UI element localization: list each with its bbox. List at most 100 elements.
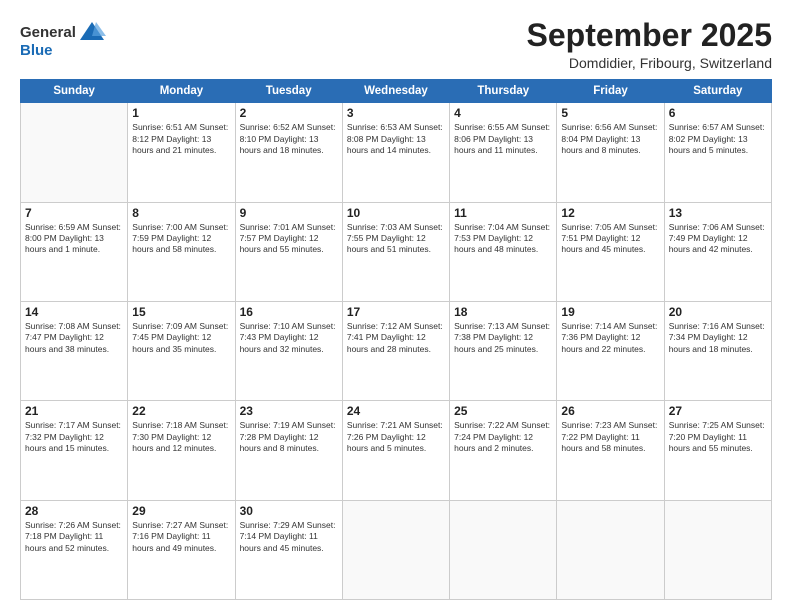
day-number: 29 (132, 504, 230, 518)
day-number: 13 (669, 206, 767, 220)
day-number: 8 (132, 206, 230, 220)
header-tuesday: Tuesday (235, 80, 342, 103)
table-row: 1Sunrise: 6:51 AM Sunset: 8:12 PM Daylig… (128, 103, 235, 202)
table-row: 6 Sunrise: 6:57 AM Sunset: 8:02 PM Daylig… (664, 103, 771, 202)
day-number: 4 (454, 106, 552, 120)
day-info: Sunrise: 7:05 AM Sunset: 7:51 PM Dayligh… (561, 222, 659, 256)
day-info: Sunrise: 6:55 AM Sunset: 8:06 PM Dayligh… (454, 122, 552, 156)
day-info: Sunrise: 7:10 AM Sunset: 7:43 PM Dayligh… (240, 321, 338, 355)
day-number: 22 (132, 404, 230, 418)
header-monday: Monday (128, 80, 235, 103)
table-row: 15 Sunrise: 7:09 AM Sunset: 7:45 PM Dayli… (128, 301, 235, 400)
day-info: Sunrise: 6:52 AM Sunset: 8:10 PM Dayligh… (240, 122, 338, 156)
calendar-week-1: 7 Sunrise: 6:59 AM Sunset: 8:00 PM Daylig… (21, 202, 772, 301)
day-number: 19 (561, 305, 659, 319)
table-row: 17 Sunrise: 7:12 AM Sunset: 7:41 PM Dayli… (342, 301, 449, 400)
day-number: 6 (669, 106, 767, 120)
day-info: Sunrise: 7:09 AM Sunset: 7:45 PM Dayligh… (132, 321, 230, 355)
month-title: September 2025 (527, 18, 772, 53)
calendar-week-4: 28Sunrise: 7:26 AM Sunset: 7:18 PM Dayli… (21, 500, 772, 599)
table-row: 3 Sunrise: 6:53 AM Sunset: 8:08 PM Daylig… (342, 103, 449, 202)
table-row: 5Sunrise: 6:56 AM Sunset: 8:04 PM Daylig… (557, 103, 664, 202)
day-number: 2 (240, 106, 338, 120)
table-row: 23Sunrise: 7:19 AM Sunset: 7:28 PM Dayli… (235, 401, 342, 500)
day-info: Sunrise: 7:12 AM Sunset: 7:41 PM Dayligh… (347, 321, 445, 355)
day-number: 15 (132, 305, 230, 319)
day-number: 28 (25, 504, 123, 518)
day-number: 7 (25, 206, 123, 220)
day-info: Sunrise: 6:57 AM Sunset: 8:02 PM Dayligh… (669, 122, 767, 156)
table-row: 12 Sunrise: 7:05 AM Sunset: 7:51 PM Dayli… (557, 202, 664, 301)
day-info: Sunrise: 7:27 AM Sunset: 7:16 PM Dayligh… (132, 520, 230, 554)
day-info: Sunrise: 7:08 AM Sunset: 7:47 PM Dayligh… (25, 321, 123, 355)
logo: General Blue (20, 18, 106, 59)
header-wednesday: Wednesday (342, 80, 449, 103)
day-info: Sunrise: 7:21 AM Sunset: 7:26 PM Dayligh… (347, 420, 445, 454)
logo-icon (78, 18, 106, 46)
day-number: 21 (25, 404, 123, 418)
day-info: Sunrise: 7:14 AM Sunset: 7:36 PM Dayligh… (561, 321, 659, 355)
header: General Blue September 2025 Domdidier, F… (20, 18, 772, 71)
logo-blue: Blue (20, 42, 53, 59)
table-row (664, 500, 771, 599)
table-row: 9 Sunrise: 7:01 AM Sunset: 7:57 PM Daylig… (235, 202, 342, 301)
header-saturday: Saturday (664, 80, 771, 103)
day-info: Sunrise: 7:25 AM Sunset: 7:20 PM Dayligh… (669, 420, 767, 454)
table-row: 8 Sunrise: 7:00 AM Sunset: 7:59 PM Daylig… (128, 202, 235, 301)
calendar-table: Sunday Monday Tuesday Wednesday Thursday… (20, 79, 772, 600)
day-number: 24 (347, 404, 445, 418)
day-number: 17 (347, 305, 445, 319)
day-info: Sunrise: 7:01 AM Sunset: 7:57 PM Dayligh… (240, 222, 338, 256)
day-info: Sunrise: 7:16 AM Sunset: 7:34 PM Dayligh… (669, 321, 767, 355)
calendar-week-0: 1Sunrise: 6:51 AM Sunset: 8:12 PM Daylig… (21, 103, 772, 202)
table-row: 22 Sunrise: 7:18 AM Sunset: 7:30 PM Dayli… (128, 401, 235, 500)
day-info: Sunrise: 7:23 AM Sunset: 7:22 PM Dayligh… (561, 420, 659, 454)
day-info: Sunrise: 6:59 AM Sunset: 8:00 PM Dayligh… (25, 222, 123, 256)
day-number: 26 (561, 404, 659, 418)
day-number: 10 (347, 206, 445, 220)
table-row: 4 Sunrise: 6:55 AM Sunset: 8:06 PM Daylig… (450, 103, 557, 202)
title-block: September 2025 Domdidier, Fribourg, Swit… (527, 18, 772, 71)
day-info: Sunrise: 6:51 AM Sunset: 8:12 PM Dayligh… (132, 122, 230, 156)
table-row: 27 Sunrise: 7:25 AM Sunset: 7:20 PM Dayli… (664, 401, 771, 500)
calendar-header-row: Sunday Monday Tuesday Wednesday Thursday… (21, 80, 772, 103)
day-info: Sunrise: 7:19 AM Sunset: 7:28 PM Dayligh… (240, 420, 338, 454)
day-number: 20 (669, 305, 767, 319)
day-info: Sunrise: 6:56 AM Sunset: 8:04 PM Dayligh… (561, 122, 659, 156)
day-number: 11 (454, 206, 552, 220)
day-number: 30 (240, 504, 338, 518)
day-info: Sunrise: 7:06 AM Sunset: 7:49 PM Dayligh… (669, 222, 767, 256)
table-row (21, 103, 128, 202)
day-number: 3 (347, 106, 445, 120)
day-info: Sunrise: 7:04 AM Sunset: 7:53 PM Dayligh… (454, 222, 552, 256)
day-info: Sunrise: 7:22 AM Sunset: 7:24 PM Dayligh… (454, 420, 552, 454)
day-info: Sunrise: 7:17 AM Sunset: 7:32 PM Dayligh… (25, 420, 123, 454)
day-number: 9 (240, 206, 338, 220)
table-row (450, 500, 557, 599)
day-number: 16 (240, 305, 338, 319)
day-number: 18 (454, 305, 552, 319)
header-thursday: Thursday (450, 80, 557, 103)
logo-general: General (20, 24, 76, 41)
day-number: 27 (669, 404, 767, 418)
day-number: 12 (561, 206, 659, 220)
day-info: Sunrise: 7:00 AM Sunset: 7:59 PM Dayligh… (132, 222, 230, 256)
header-friday: Friday (557, 80, 664, 103)
table-row: 16 Sunrise: 7:10 AM Sunset: 7:43 PM Dayli… (235, 301, 342, 400)
day-info: Sunrise: 7:18 AM Sunset: 7:30 PM Dayligh… (132, 420, 230, 454)
table-row: 28Sunrise: 7:26 AM Sunset: 7:18 PM Dayli… (21, 500, 128, 599)
day-info: Sunrise: 7:13 AM Sunset: 7:38 PM Dayligh… (454, 321, 552, 355)
day-info: Sunrise: 7:03 AM Sunset: 7:55 PM Dayligh… (347, 222, 445, 256)
table-row: 21 Sunrise: 7:17 AM Sunset: 7:32 PM Dayli… (21, 401, 128, 500)
day-number: 14 (25, 305, 123, 319)
header-sunday: Sunday (21, 80, 128, 103)
location: Domdidier, Fribourg, Switzerland (527, 55, 772, 71)
table-row: 7 Sunrise: 6:59 AM Sunset: 8:00 PM Daylig… (21, 202, 128, 301)
table-row: 29 Sunrise: 7:27 AM Sunset: 7:16 PM Dayli… (128, 500, 235, 599)
day-info: Sunrise: 6:53 AM Sunset: 8:08 PM Dayligh… (347, 122, 445, 156)
calendar-week-3: 21 Sunrise: 7:17 AM Sunset: 7:32 PM Dayli… (21, 401, 772, 500)
table-row: 18 Sunrise: 7:13 AM Sunset: 7:38 PM Dayli… (450, 301, 557, 400)
table-row: 13 Sunrise: 7:06 AM Sunset: 7:49 PM Dayli… (664, 202, 771, 301)
table-row: 30Sunrise: 7:29 AM Sunset: 7:14 PM Dayli… (235, 500, 342, 599)
table-row (342, 500, 449, 599)
